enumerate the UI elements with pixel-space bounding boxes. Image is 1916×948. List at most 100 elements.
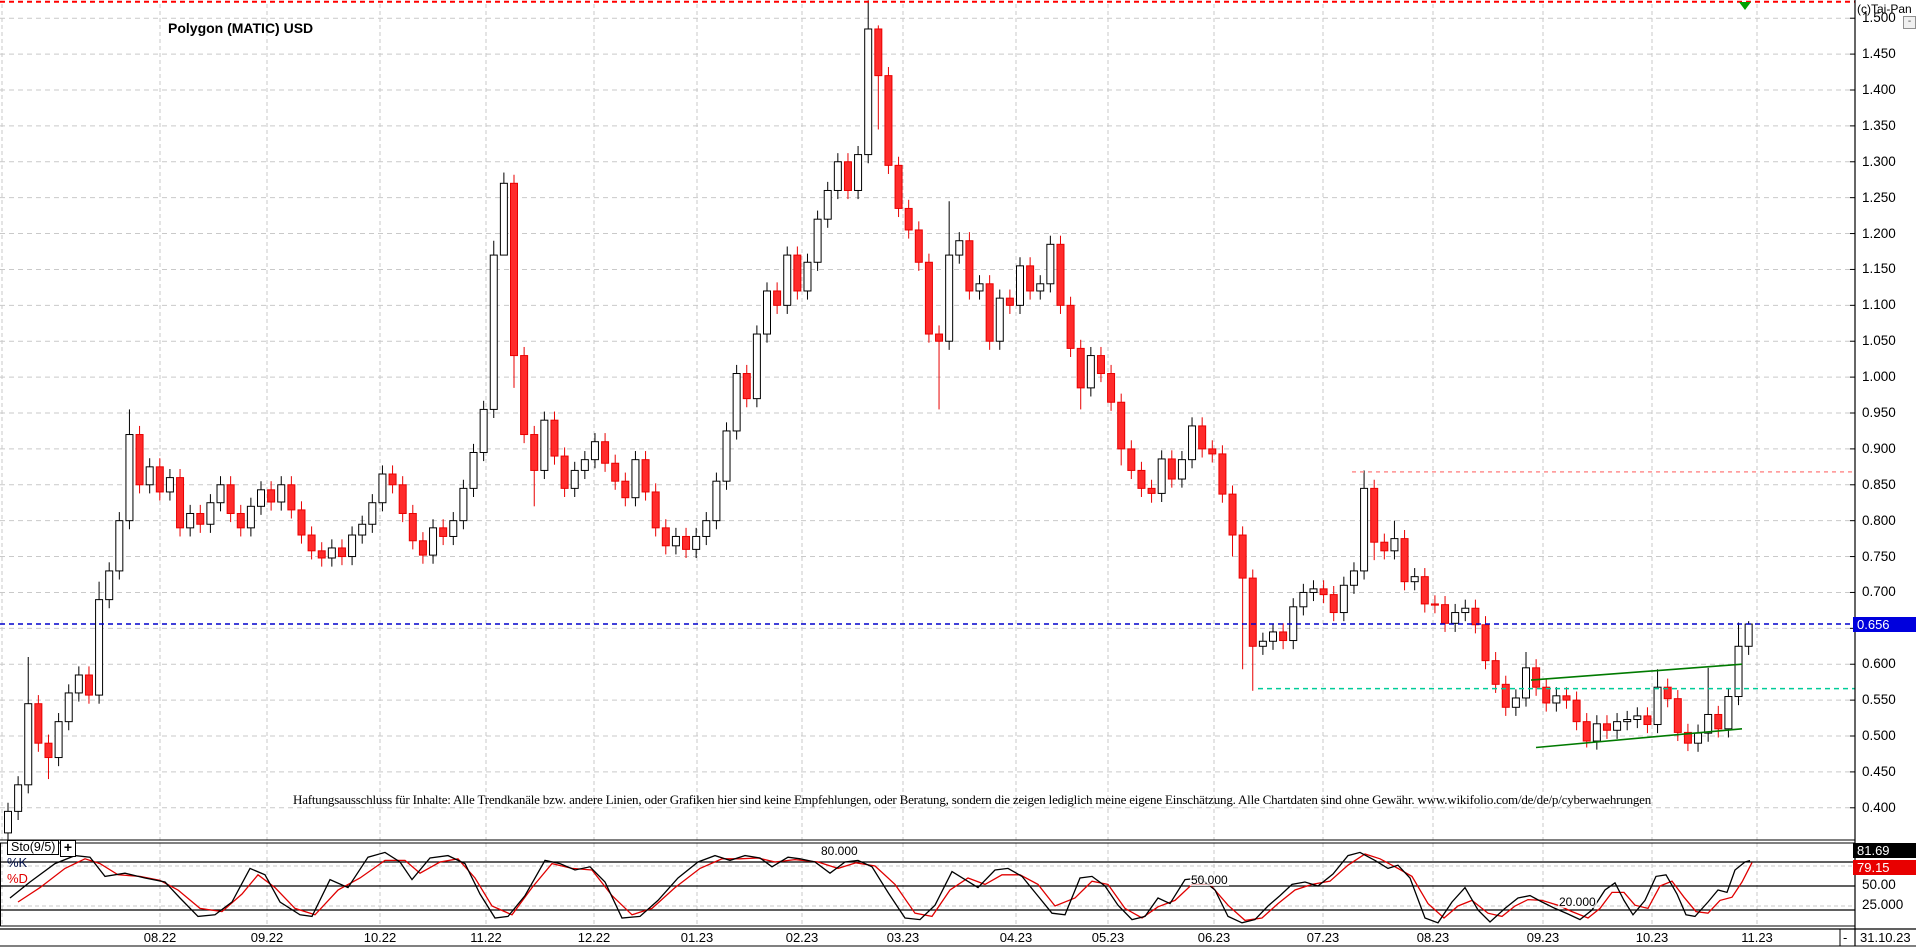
candle-body <box>278 485 285 502</box>
candle-body <box>318 551 325 558</box>
axis-gap-label: - <box>1843 931 1847 945</box>
candle-body <box>1017 266 1024 305</box>
candle-body <box>774 291 781 305</box>
candle-body <box>136 435 143 485</box>
candle-body <box>1472 608 1479 625</box>
candle-body <box>207 503 214 525</box>
stochastic-indicator-label[interactable]: Sto(9/5) <box>7 840 59 855</box>
candle-body <box>1695 733 1702 743</box>
candle-body <box>227 485 234 514</box>
candle-body <box>1573 700 1580 722</box>
candle-body <box>450 521 457 537</box>
candle-body <box>1431 604 1438 605</box>
candle-body <box>15 785 22 812</box>
candle-body <box>885 76 892 166</box>
candle-body <box>956 241 963 255</box>
candle-body <box>1462 608 1469 612</box>
price-tick-label: 0.750 <box>1862 550 1896 564</box>
price-tick-label: 0.600 <box>1862 657 1896 671</box>
osc-axis-label-50: 50.00 <box>1862 878 1896 892</box>
candle-body <box>1411 577 1418 582</box>
candle-body <box>1300 592 1307 606</box>
candle-body <box>338 548 345 557</box>
price-tick-label: 1.450 <box>1862 47 1896 61</box>
date-tick-label: 12.22 <box>578 931 611 945</box>
percent-k-curve <box>10 852 1750 922</box>
candle-body <box>814 219 821 262</box>
candle-body <box>844 162 851 191</box>
add-indicator-button[interactable]: + <box>60 840 76 857</box>
date-tick-label: 09.23 <box>1527 931 1560 945</box>
candle-body <box>1077 348 1084 387</box>
candle-body <box>379 474 386 503</box>
candle-body <box>156 467 163 492</box>
date-tick-label: 09.22 <box>251 931 284 945</box>
candle-body <box>1614 722 1621 731</box>
candle-body <box>1128 449 1135 471</box>
candle-body <box>328 548 335 558</box>
candle-body <box>126 435 133 521</box>
candle-body <box>146 467 153 485</box>
candle-body <box>217 485 224 503</box>
candle-body <box>490 255 497 409</box>
date-tick-label: 10.23 <box>1636 931 1669 945</box>
candle-body <box>1533 668 1540 687</box>
candle-body <box>5 811 12 833</box>
candle-body <box>784 255 791 305</box>
candle-body <box>197 513 204 524</box>
disclaimer-text: Haftungsausschluss für Inhalte: Alle Tre… <box>293 792 1651 808</box>
candle-body <box>622 481 629 498</box>
candle-body <box>855 155 862 191</box>
candle-body <box>369 503 376 525</box>
candle-body <box>1209 449 1216 454</box>
price-tick-label: 1.350 <box>1862 119 1896 133</box>
date-tick-label: 10.22 <box>364 931 397 945</box>
date-tick-label: 08.22 <box>144 931 177 945</box>
price-tick-label: 0.850 <box>1862 478 1896 492</box>
trendline <box>1531 664 1742 680</box>
candle-body <box>1057 244 1064 305</box>
date-tick-label: 11.23 <box>1741 931 1773 945</box>
candle-body <box>1705 714 1712 733</box>
candle-body <box>1624 720 1631 722</box>
price-tick-label: 0.450 <box>1862 765 1896 779</box>
candle-body <box>1715 714 1722 728</box>
last-price-badge: 0.656 <box>1853 617 1916 632</box>
candle-body <box>470 452 477 488</box>
osc-guide-label-80: 80.000 <box>820 845 859 857</box>
candle-body <box>1108 374 1115 403</box>
candle-body <box>1361 488 1368 571</box>
candle-body <box>996 298 1003 341</box>
candle-body <box>85 675 92 695</box>
price-tick-label: 1.300 <box>1862 155 1896 169</box>
candle-body <box>430 528 437 555</box>
candle-body <box>1229 494 1236 535</box>
collapse-scale-button[interactable]: - <box>1903 16 1916 29</box>
alert-triangle-marker <box>1739 2 1751 10</box>
candle-body <box>966 241 973 291</box>
candle-body <box>187 513 194 527</box>
date-tick-label: 03.23 <box>887 931 920 945</box>
candle-body <box>298 510 305 535</box>
candle-body <box>419 541 426 555</box>
candle-body <box>1603 724 1610 730</box>
candle-body <box>612 463 619 481</box>
candle-body <box>541 420 548 470</box>
candle-body <box>753 334 760 399</box>
price-tick-label: 0.800 <box>1862 514 1896 528</box>
candle-body <box>1543 687 1550 703</box>
candle-body <box>1270 632 1277 641</box>
candle-body <box>1320 589 1327 595</box>
candle-body <box>288 485 295 510</box>
candle-body <box>703 521 710 537</box>
candle-body <box>1482 625 1489 661</box>
date-tick-label: 05.23 <box>1092 931 1125 945</box>
candle-body <box>45 743 52 757</box>
candle-body <box>1512 698 1519 707</box>
candle-body <box>652 492 659 528</box>
candle-body <box>1097 356 1104 374</box>
price-tick-label: 0.950 <box>1862 406 1896 420</box>
candle-body <box>551 420 558 456</box>
candle-body <box>1381 542 1388 551</box>
date-tick-label: 11.22 <box>470 931 502 945</box>
